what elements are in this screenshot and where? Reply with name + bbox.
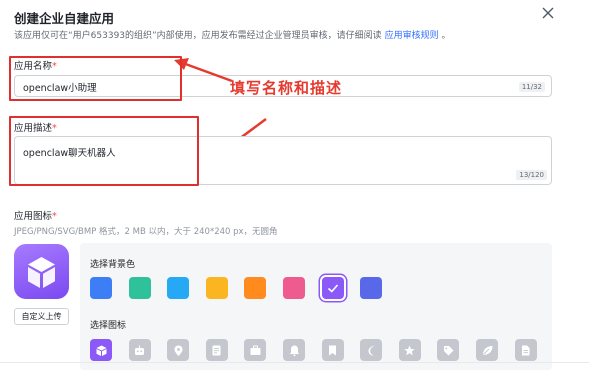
bookmark-icon [329, 345, 337, 355]
app-desc-textarea[interactable]: openclaw聊天机器人 13/120 [14, 136, 552, 185]
color-swatch[interactable] [128, 277, 151, 299]
color-swatch[interactable] [321, 277, 344, 299]
app-name-counter: 11/32 [518, 82, 545, 92]
bell-icon [289, 345, 299, 356]
icon-choice[interactable] [476, 339, 498, 361]
required-mark: * [52, 61, 57, 72]
robot-icon [135, 345, 145, 355]
icon-select-label: 选择图标 [90, 321, 127, 331]
icon-choice[interactable] [90, 339, 112, 361]
app-name-label-text: 应用名称 [14, 61, 53, 72]
document-icon [212, 345, 221, 355]
review-rules-link[interactable]: 应用审核规则 [385, 31, 439, 41]
description-suffix: 。 [441, 31, 451, 41]
bg-color-label: 选择背景色 [90, 260, 136, 270]
app-icon-label: 应用图标* [14, 208, 57, 222]
app-desc-label: 应用描述* [14, 120, 57, 134]
color-swatch[interactable] [205, 277, 228, 299]
icon-choice[interactable] [128, 339, 151, 361]
dialog-title: 创建企业自建应用 [14, 11, 115, 26]
close-icon[interactable] [541, 5, 555, 19]
cube-icon [28, 257, 55, 288]
icon-choice[interactable] [283, 339, 305, 361]
annotation-arrow-icon [174, 58, 233, 83]
app-icon-label-text: 应用图标 [14, 211, 53, 222]
tag-icon [443, 345, 454, 355]
icon-choice[interactable] [360, 339, 383, 361]
icon-choice[interactable] [321, 339, 344, 361]
color-swatch[interactable] [244, 277, 267, 299]
description-text: 该应用仅可在“用户653393的组织”内部使用，应用发布需经过企业管理员审核，请… [14, 31, 382, 41]
required-mark: * [52, 211, 57, 222]
app-desc-label-text: 应用描述 [14, 123, 53, 134]
color-swatch[interactable] [90, 277, 112, 299]
checkmark-icon [327, 284, 338, 293]
icon-choice[interactable] [398, 339, 421, 361]
app-desc-value: openclaw聊天机器人 [23, 148, 116, 159]
icon-format-hint: JPEG/PNG/SVG/BMP 格式，2 MB 以内，大于 240*240 p… [14, 227, 278, 237]
custom-upload-button[interactable]: 自定义上传 [14, 308, 69, 325]
app-name-label: 应用名称* [14, 58, 57, 72]
annotation-text: 填写名称和描述 [230, 79, 343, 97]
file-text-icon [522, 345, 530, 355]
app-desc-counter: 13/120 [516, 170, 547, 180]
cube-icon [96, 345, 106, 356]
moon-icon [368, 345, 375, 356]
icon-choice[interactable] [244, 339, 267, 361]
app-icon-preview [14, 244, 69, 299]
icon-choice[interactable] [437, 339, 460, 361]
icon-choice[interactable] [205, 339, 228, 361]
app-name-value: openclaw小助理 [23, 83, 97, 94]
divider [0, 362, 589, 363]
icon-choice[interactable] [167, 339, 190, 361]
required-mark: * [52, 123, 57, 134]
color-swatch[interactable] [283, 277, 305, 299]
dialog-description: 该应用仅可在“用户653393的组织”内部使用，应用发布需经过企业管理员审核，请… [14, 28, 450, 41]
briefcase-icon [250, 345, 261, 355]
location-pin-icon [174, 345, 183, 356]
icon-choice[interactable] [514, 339, 537, 361]
leaf-icon [482, 345, 492, 355]
color-swatch[interactable] [360, 277, 383, 299]
color-swatch[interactable] [167, 277, 190, 299]
star-icon [404, 345, 415, 355]
